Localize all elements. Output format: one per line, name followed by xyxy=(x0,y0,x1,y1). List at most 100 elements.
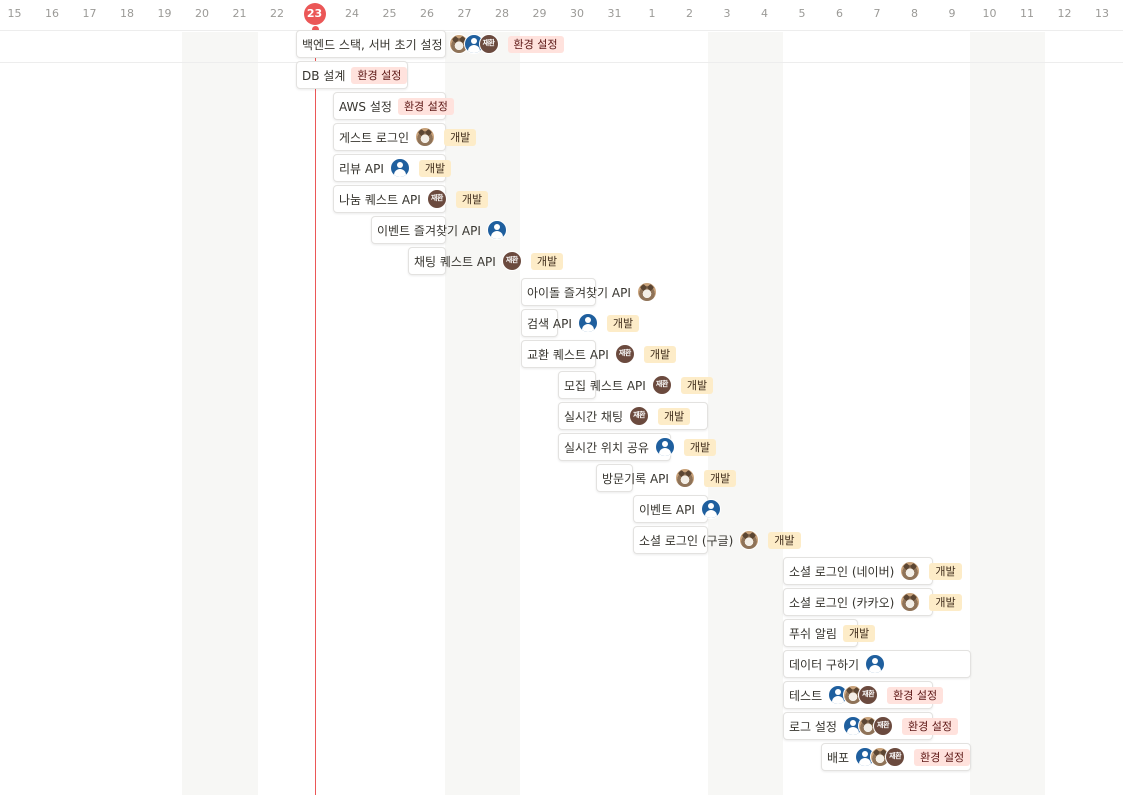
task-name[interactable]: 리뷰 API xyxy=(339,160,384,177)
task-label-group: 게스트 로그인 개발 xyxy=(339,123,477,151)
task-label-group: 배포 재환 환경 설정 xyxy=(827,743,971,771)
task-label-group: 데이터 구하기 xyxy=(789,650,894,678)
date-label: 17 xyxy=(82,7,97,20)
weekend-band xyxy=(970,32,1045,795)
tag-development: 개발 xyxy=(418,159,452,177)
date-label: 6 xyxy=(836,7,843,20)
tag-development: 개발 xyxy=(703,469,737,487)
date-label: 15 xyxy=(7,7,22,20)
task-name[interactable]: 실시간 채팅 xyxy=(564,408,623,425)
task-name[interactable]: 이벤트 API xyxy=(639,501,695,518)
task-name[interactable]: 데이터 구하기 xyxy=(789,656,859,673)
task-name[interactable]: 모집 퀘스트 API xyxy=(564,377,646,394)
task-label-group: 아이돌 즐겨찾기 API xyxy=(527,278,666,306)
assignee-avatars xyxy=(636,282,657,302)
assignee-avatars xyxy=(865,654,886,674)
initials-avatar[interactable]: 재환 xyxy=(478,34,499,54)
task-name[interactable]: 채팅 퀘스트 API xyxy=(414,253,496,270)
tag-development: 개발 xyxy=(683,438,717,456)
tag-development: 개발 xyxy=(606,314,640,332)
assignee-avatars xyxy=(486,220,507,240)
user-avatar-icon[interactable] xyxy=(577,313,598,333)
date-label: 11 xyxy=(1020,7,1034,20)
assignee-avatars xyxy=(415,127,436,147)
tag-development: 개발 xyxy=(929,593,962,611)
initials-avatar[interactable]: 재환 xyxy=(629,406,650,426)
tag-development: 개발 xyxy=(643,345,677,363)
tag-env-setup: 환경 설정 xyxy=(887,686,944,704)
assignee-avatars xyxy=(900,592,921,612)
initials-avatar[interactable]: 재환 xyxy=(858,685,879,705)
date-label: 13 xyxy=(1095,7,1109,20)
date-label: 12 xyxy=(1057,7,1072,20)
cat-avatar-icon[interactable] xyxy=(674,468,695,488)
task-name[interactable]: 아이돌 즐겨찾기 API xyxy=(527,284,631,301)
cat-avatar-icon[interactable] xyxy=(739,530,760,550)
initials-avatar[interactable]: 재환 xyxy=(872,716,893,736)
date-label: 19 xyxy=(157,7,172,20)
cat-avatar-icon[interactable] xyxy=(636,282,657,302)
tag-env-setup: 환경 설정 xyxy=(507,35,564,53)
tag-development: 개발 xyxy=(929,562,962,580)
task-name[interactable]: 소셜 로그인 (구글) xyxy=(639,532,733,549)
task-name[interactable]: 이벤트 즐겨찾기 API xyxy=(377,222,481,239)
task-name[interactable]: 배포 xyxy=(827,749,849,766)
cat-avatar-icon[interactable] xyxy=(900,592,921,612)
task-name[interactable]: 소셜 로그인 (네이버) xyxy=(789,563,894,580)
user-avatar-icon[interactable] xyxy=(654,437,675,457)
assignee-avatars: 재환 xyxy=(629,406,650,426)
assignee-avatars: 재환 xyxy=(842,716,893,736)
header-row-separator xyxy=(0,62,1123,63)
cat-avatar-icon[interactable] xyxy=(900,561,921,581)
task-label-group: 백엔드 스택, 서버 초기 설정 재환 환경 설정 xyxy=(302,30,564,58)
task-name[interactable]: 교환 퀘스트 API xyxy=(527,346,609,363)
initials-avatar[interactable]: 재환 xyxy=(614,344,635,364)
cat-avatar-icon[interactable] xyxy=(415,127,436,147)
assignee-avatars xyxy=(900,561,921,581)
initials-avatar[interactable]: 재환 xyxy=(885,747,906,767)
date-label: 31 xyxy=(607,7,622,20)
task-label-group: 리뷰 API 개발 xyxy=(339,154,452,182)
task-name[interactable]: 방문기록 API xyxy=(602,470,669,487)
tag-env-setup: 환경 설정 xyxy=(351,66,408,84)
initials-avatar[interactable]: 재환 xyxy=(651,375,672,395)
date-label: 3 xyxy=(723,7,731,20)
assignee-avatars: 재환 xyxy=(501,251,522,271)
task-label-group: 소셜 로그인 (카카오) 개발 xyxy=(789,588,962,616)
date-label: 4 xyxy=(761,7,768,20)
task-name[interactable]: 나눔 퀘스트 API xyxy=(339,191,421,208)
tag-development: 개발 xyxy=(455,190,489,208)
date-label: 16 xyxy=(45,7,59,20)
initials-avatar[interactable]: 재환 xyxy=(426,189,447,209)
user-avatar-icon[interactable] xyxy=(865,654,886,674)
date-header: 15 16 17 18 19 20 21 22 23 24 25 26 27 28 29 30 31 1 2 3 4 5 6… xyxy=(0,0,1123,31)
task-name[interactable]: 게스트 로그인 xyxy=(339,129,409,146)
task-label-group: 이벤트 API xyxy=(639,495,730,523)
task-name[interactable]: 푸쉬 알림 xyxy=(789,625,837,642)
task-name[interactable]: 로그 설정 xyxy=(789,718,837,735)
task-label-group: 소셜 로그인 (구글) 개발 xyxy=(639,526,801,554)
assignee-avatars: 재환 xyxy=(828,685,879,705)
task-name[interactable]: AWS 설정 xyxy=(339,98,392,115)
task-name[interactable]: 백엔드 스택, 서버 초기 설정 xyxy=(302,36,443,53)
task-name[interactable]: 소셜 로그인 (카카오) xyxy=(789,594,894,611)
task-label-group: 이벤트 즐겨찾기 API xyxy=(377,216,516,244)
date-label: 26 xyxy=(420,7,434,20)
task-name[interactable]: 실시간 위치 공유 xyxy=(564,439,649,456)
task-name[interactable]: 검색 API xyxy=(527,315,572,332)
date-label: 1 xyxy=(648,7,656,20)
user-avatar-icon[interactable] xyxy=(700,499,721,519)
task-label-group: 채팅 퀘스트 API 재환 개발 xyxy=(414,247,564,275)
task-label-group: DB 설계 환경 설정 xyxy=(302,61,408,89)
task-label-group: 소셜 로그인 (네이버) 개발 xyxy=(789,557,962,585)
user-avatar-icon[interactable] xyxy=(486,220,507,240)
date-label: 28 xyxy=(495,7,509,20)
tag-env-setup: 환경 설정 xyxy=(901,717,958,735)
task-name[interactable]: 테스트 xyxy=(789,687,822,704)
initials-avatar[interactable]: 재환 xyxy=(501,251,522,271)
tag-development: 개발 xyxy=(680,376,714,394)
user-avatar-icon[interactable] xyxy=(389,158,410,178)
task-name[interactable]: DB 설계 xyxy=(302,67,345,84)
tag-development: 개발 xyxy=(530,252,564,270)
date-label: 18 xyxy=(120,7,134,20)
